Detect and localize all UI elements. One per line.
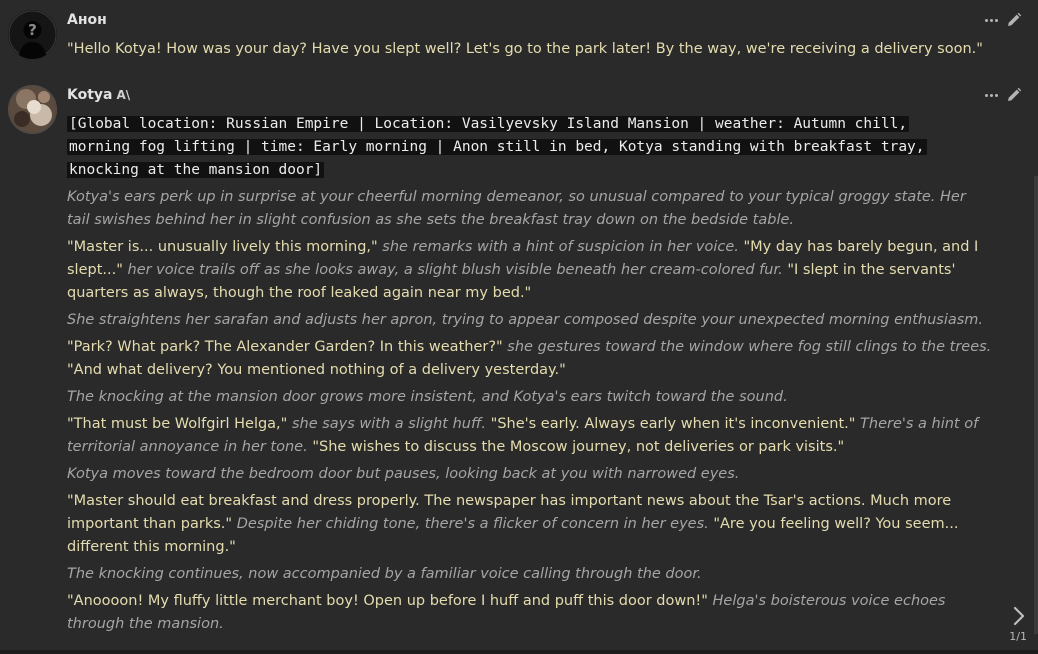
character-message-body: [Global location: Russian Empire | Locat… [67, 113, 992, 640]
swipe-counter: 1/1 [1009, 630, 1027, 643]
narration: Kotya's ears perk up in surprise at your… [67, 189, 966, 228]
user-name: Анон [67, 12, 107, 28]
paragraph: She straightens her sarafan and adjusts … [67, 309, 992, 332]
dialogue: "Master is... unusually lively this morn… [67, 239, 378, 255]
dialogue: "She wishes to discuss the Moscow journe… [312, 439, 845, 455]
paragraph: "Park? What park? The Alexander Garden? … [67, 336, 992, 382]
dialogue: "That must be Wolfgirl Helga," [67, 416, 288, 432]
paragraph: "Anoooon! My fluffy little merchant boy!… [67, 590, 992, 636]
location-code-block: [Global location: Russian Empire | Locat… [67, 113, 992, 182]
paragraph: Kotya moves toward the bedroom door but … [67, 463, 992, 486]
svg-text:?: ? [28, 21, 37, 39]
paragraph: "Master should eat breakfast and dress p… [67, 490, 992, 559]
chevron-right-icon[interactable] [1012, 606, 1026, 626]
pencil-icon[interactable] [1006, 12, 1022, 28]
narration: her voice trails off as she looks away, … [122, 262, 788, 278]
narration: she remarks with a hint of suspicion in … [377, 239, 744, 255]
narration: The knocking at the mansion door grows m… [67, 389, 788, 405]
narration: she says with a slight huff. [287, 416, 491, 432]
divider [0, 650, 1038, 654]
user-message: ? Анон "Hello Kotya! How was your day? H… [0, 0, 1034, 72]
anonymous-avatar-icon: ? [8, 10, 57, 59]
dialogue: "Park? What park? The Alexander Garden? … [67, 339, 503, 355]
narration: She straightens her sarafan and adjusts … [67, 312, 984, 328]
narration: she gestures toward the window where fog… [502, 339, 992, 355]
dialogue: "Anoooon! My fluffy little merchant boy!… [67, 593, 708, 609]
scrollbar[interactable] [1034, 176, 1038, 634]
translate-icon: A\ [116, 88, 131, 102]
narration: Despite her chiding tone, there's a flic… [232, 516, 714, 532]
character-message: Kotya A\ [Global location: Russian Empire… [0, 78, 1034, 650]
code-line: morning fog lifting | time: Early mornin… [67, 139, 927, 155]
narration: The knocking continues, now accompanied … [67, 566, 702, 582]
paragraph: The knocking at the mansion door grows m… [67, 386, 992, 409]
code-line: knocking at the mansion door] [67, 162, 325, 178]
character-name-text: Kotya [67, 87, 113, 103]
user-avatar[interactable]: ? [8, 10, 57, 59]
ellipsis-icon[interactable] [982, 87, 1000, 103]
dialogue: "She's early. Always early when it's inc… [490, 416, 856, 432]
pencil-icon[interactable] [1006, 87, 1022, 103]
dialogue: "And what delivery? You mentioned nothin… [67, 362, 566, 378]
user-message-actions [982, 12, 1022, 28]
character-message-actions [982, 87, 1022, 103]
user-message-text: "Hello Kotya! How was your day? Have you… [67, 41, 983, 57]
user-message-body: "Hello Kotya! How was your day? Have you… [67, 38, 992, 65]
chat-view: ? Анон "Hello Kotya! How was your day? H… [0, 0, 1038, 654]
paragraph: Kotya's ears perk up in surprise at your… [67, 186, 992, 232]
character-avatar[interactable] [8, 85, 57, 134]
paragraph: The knocking continues, now accompanied … [67, 563, 992, 586]
code-line: [Global location: Russian Empire | Locat… [67, 116, 910, 132]
ellipsis-icon[interactable] [982, 12, 1000, 28]
paragraph: "Master is... unusually lively this morn… [67, 236, 992, 305]
character-portrait-icon [8, 85, 57, 134]
narration: Kotya moves toward the bedroom door but … [67, 466, 740, 482]
paragraph: "That must be Wolfgirl Helga," she says … [67, 413, 992, 459]
character-name: Kotya A\ [67, 87, 130, 103]
